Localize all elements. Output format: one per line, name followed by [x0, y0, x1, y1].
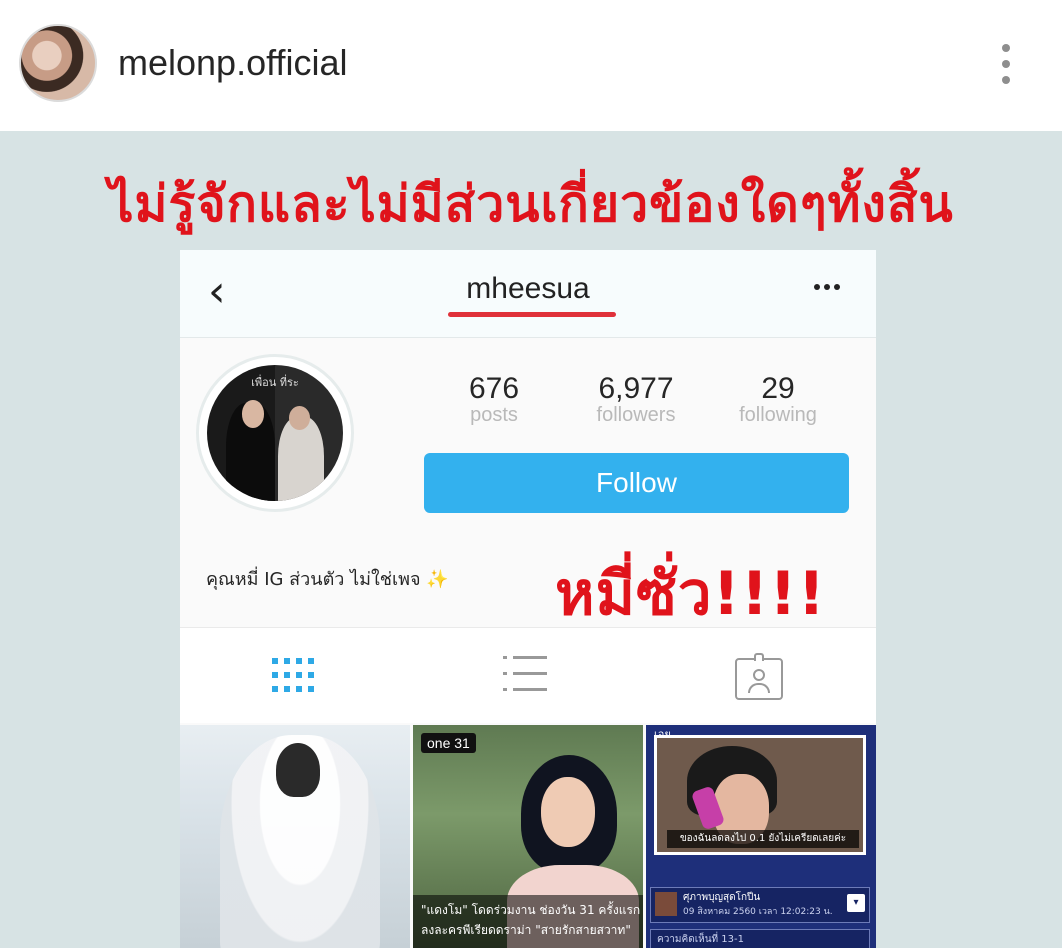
- news-caption-line2: ลงละครพีเรียดดราม่า "สายรักสายสวาท": [421, 923, 631, 937]
- profile-tabs: [180, 627, 876, 723]
- screenshot-topbar: ‹ mheesua: [180, 250, 876, 338]
- comment-author: ศุภาพบุญสุดโกปีน: [683, 892, 761, 903]
- photo-news: one 31 "แดงโม" โดดร่วมงาน ช่องวัน 31 ครั…: [413, 725, 643, 948]
- list-icon: [503, 650, 553, 700]
- comment-time: 09 สิงหาคม 2560 เวลา 12:02:23 น.: [683, 907, 833, 917]
- stat-followers-value: 6,977: [598, 372, 674, 405]
- follow-button: Follow: [424, 453, 849, 513]
- post-username[interactable]: melonp.official: [118, 42, 347, 84]
- comment-panel: ศุภาพบุญสุดโกปีน 09 สิงหาคม 2560 เวลา 12…: [650, 887, 870, 923]
- bio-text: คุณหมี่ IG ส่วนตัว ไม่ใช่เพจ: [206, 569, 421, 590]
- photo-bride: [180, 725, 410, 948]
- news-caption-line1: "แดงโม" โดดร่วมงาน ช่องวัน 31 ครั้งแรก: [421, 903, 641, 917]
- stat-followers-label: followers: [596, 404, 676, 426]
- channel-logo: one 31: [421, 733, 476, 753]
- photo-grid: one 31 "แดงโม" โดดร่วมงาน ช่องวัน 31 ครั…: [180, 725, 876, 948]
- stat-posts: 676 posts: [424, 372, 564, 427]
- stat-followers: 6,977 followers: [566, 372, 706, 427]
- tagged-icon: [735, 653, 783, 700]
- stat-posts-label: posts: [470, 404, 518, 426]
- headline-text: ไม่รู้จักและไม่มีส่วนเกี่ยวข้องใดๆทั้งสิ…: [108, 175, 954, 233]
- more-vertical-icon[interactable]: [988, 38, 1024, 90]
- sparkles-icon: ✨: [426, 569, 449, 590]
- profile-screenshot: ‹ mheesua เพื่อน ที่ระ 676 posts 6,977 f…: [180, 250, 876, 948]
- dropdown-icon: ▾: [847, 894, 865, 912]
- grid-icon: [272, 650, 322, 700]
- post-header: melonp.official: [0, 0, 1062, 131]
- profile-bio: คุณหมี่ IG ส่วนตัว ไม่ใช่เพจ ✨: [206, 564, 449, 593]
- stat-posts-value: 676: [468, 372, 520, 405]
- stat-following: 29 following: [708, 372, 848, 427]
- stat-following-label: following: [739, 404, 817, 426]
- stat-following-value: 29: [761, 372, 795, 405]
- tv-subtitle: ของฉันลดลงไป 0.1 ยังไม่เครียดเลยค่ะ: [667, 830, 859, 848]
- profile-picture: เพื่อน ที่ระ: [196, 354, 354, 512]
- more-horizontal-icon: [814, 284, 840, 290]
- profile-pic-caption: เพื่อน ที่ระ: [251, 376, 299, 390]
- overlay-text: หมี่ซั่ว!!!!: [555, 559, 826, 629]
- post-image: ไม่รู้จักและไม่มีส่วนเกี่ยวข้องใดๆทั้งสิ…: [0, 131, 1062, 948]
- screenshot-title: mheesua: [466, 272, 590, 305]
- title-underline: [448, 312, 616, 317]
- comment-number: ความคิดเห็นที่ 13-1: [650, 929, 870, 948]
- photo-tv: เอย ของฉันลดลงไป 0.1 ยังไม่เครียดเลยค่ะ …: [646, 725, 876, 948]
- avatar[interactable]: [19, 24, 97, 102]
